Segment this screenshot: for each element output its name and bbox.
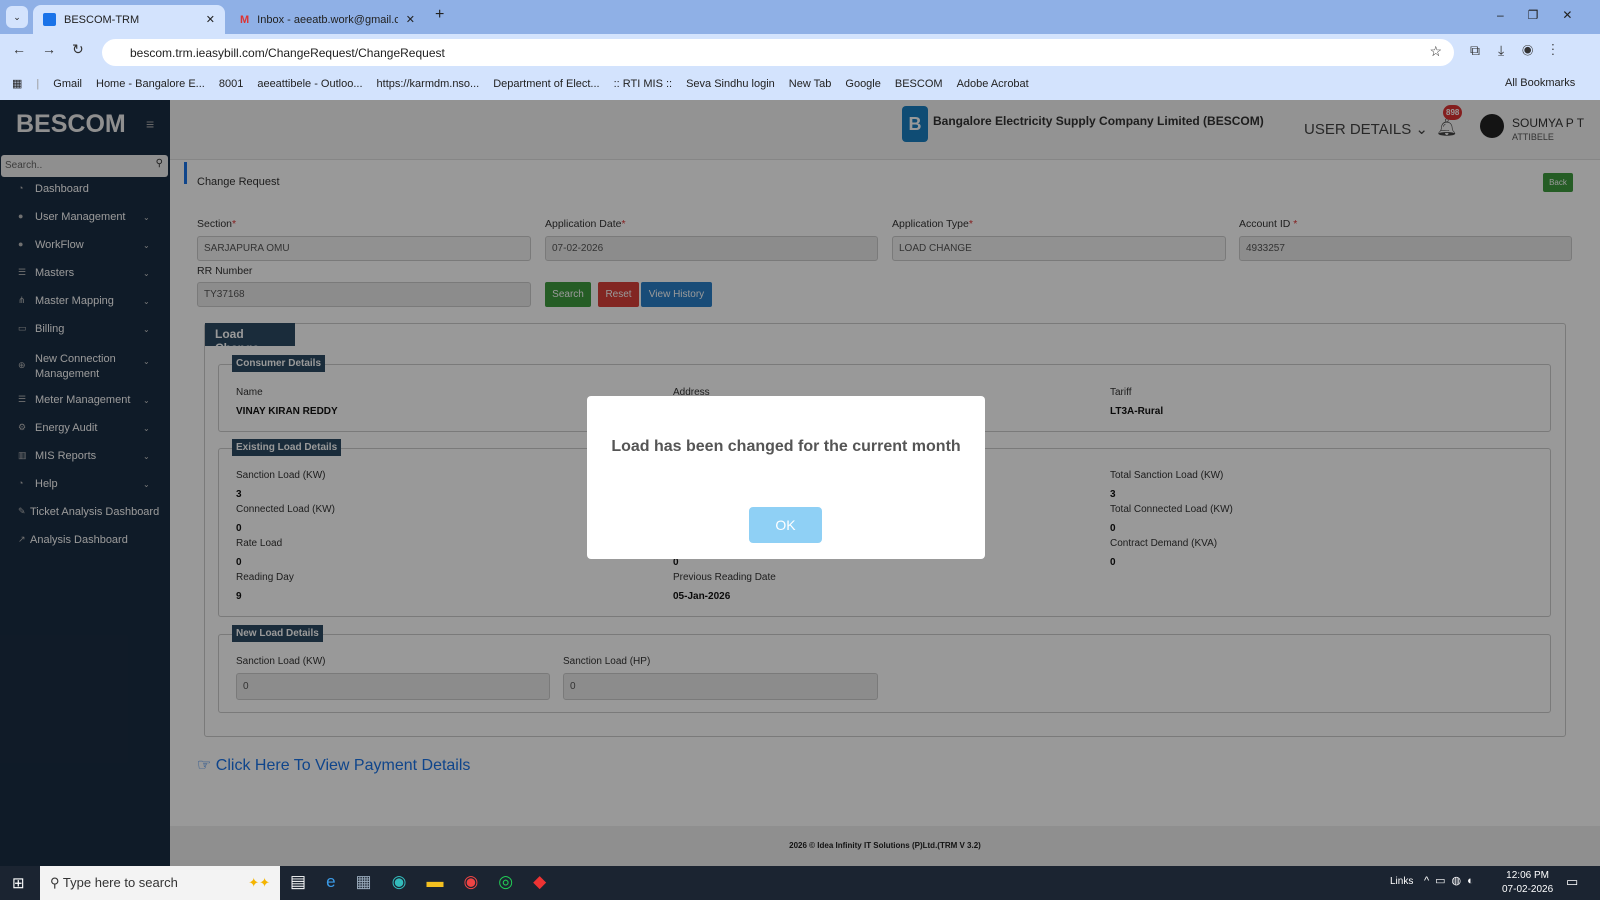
bookmark[interactable]: Gmail (53, 78, 82, 90)
tab-inbox[interactable]: M Inbox - aeeatb.work@gmail.com ✕ (230, 5, 425, 34)
browser-toolbar-icons[interactable]: ⧉⤓◉⋮ (1470, 42, 1573, 59)
taskbar-search[interactable]: ⚲ Type here to search ✦✦ (40, 866, 280, 900)
close-icon[interactable]: ✕ (406, 13, 415, 26)
date: 07-02-2026 (1502, 884, 1554, 895)
bookmark[interactable]: Home - Bangalore E... (96, 78, 205, 90)
clock[interactable]: 12:06 PM 07-02-2026 (1502, 870, 1553, 895)
new-tab-button[interactable]: + (435, 6, 444, 24)
bookmark[interactable]: Google (845, 78, 880, 90)
alert-message: Load has been changed for the current mo… (611, 438, 961, 455)
bookmark[interactable]: 8001 (219, 78, 243, 90)
window-controls[interactable]: –❐✕ (1497, 8, 1597, 22)
bookmark[interactable]: BESCOM (895, 78, 943, 90)
ok-button[interactable]: OK (749, 507, 822, 543)
close-icon[interactable]: ✕ (206, 13, 215, 26)
star-icon[interactable]: ☆ (1429, 43, 1442, 60)
tab-title: BESCOM-TRM (64, 13, 140, 26)
url-input[interactable]: bescom.trm.ieasybill.com/ChangeRequest/C… (102, 39, 1454, 66)
tab-list-button[interactable]: ⌄ (6, 6, 28, 28)
taskbar-search-placeholder: Type here to search (62, 875, 178, 890)
bookmark[interactable]: :: RTI MIS :: (614, 78, 672, 90)
bookmarks-bar: ▦ | Gmail Home - Bangalore E... 8001 aeea… (0, 67, 1600, 100)
all-bookmarks[interactable]: All Bookmarks (1505, 77, 1575, 89)
windows-start-icon[interactable]: ⊞ (12, 874, 25, 892)
time: 12:06 PM (1506, 870, 1549, 881)
taskbar-apps[interactable]: ▤e▦◉▬◉◎◆ (290, 872, 566, 892)
apps-icon[interactable]: ▦ (12, 77, 22, 90)
bookmark[interactable]: Adobe Acrobat (957, 78, 1029, 90)
search-icon: ⚲ (50, 875, 60, 890)
tab-bescom[interactable]: BESCOM-TRM ✕ (33, 5, 225, 34)
notification-center-icon[interactable]: ▭ (1566, 874, 1578, 890)
links-toolbar[interactable]: Links (1390, 876, 1413, 887)
taskbar: ⊞ ⚲ Type here to search ✦✦ ▤e▦◉▬◉◎◆ Links… (0, 866, 1600, 900)
bookmark[interactable]: aeeattibele - Outloo... (257, 78, 362, 90)
tab-title: Inbox - aeeatb.work@gmail.com (257, 13, 398, 26)
bookmark[interactable]: New Tab (789, 78, 832, 90)
tray-icons[interactable]: ^▭◍◐ (1424, 874, 1480, 887)
nav-buttons[interactable]: ←→↻ (12, 41, 100, 58)
sparkle-icon: ✦✦ (248, 875, 270, 890)
url-text: bescom.trm.ieasybill.com/ChangeRequest/C… (130, 45, 445, 60)
bookmark[interactable]: Seva Sindhu login (686, 78, 775, 90)
alert-dialog: Load has been changed for the current mo… (587, 396, 985, 559)
gmail-icon: M (240, 13, 250, 26)
bookmark[interactable]: Department of Elect... (493, 78, 599, 90)
bescom-favicon-icon (43, 13, 56, 26)
bookmark[interactable]: https://karmdm.nso... (377, 78, 480, 90)
browser-tab-bar: ⌄ BESCOM-TRM ✕ M Inbox - aeeatb.work@gma… (0, 0, 1600, 34)
